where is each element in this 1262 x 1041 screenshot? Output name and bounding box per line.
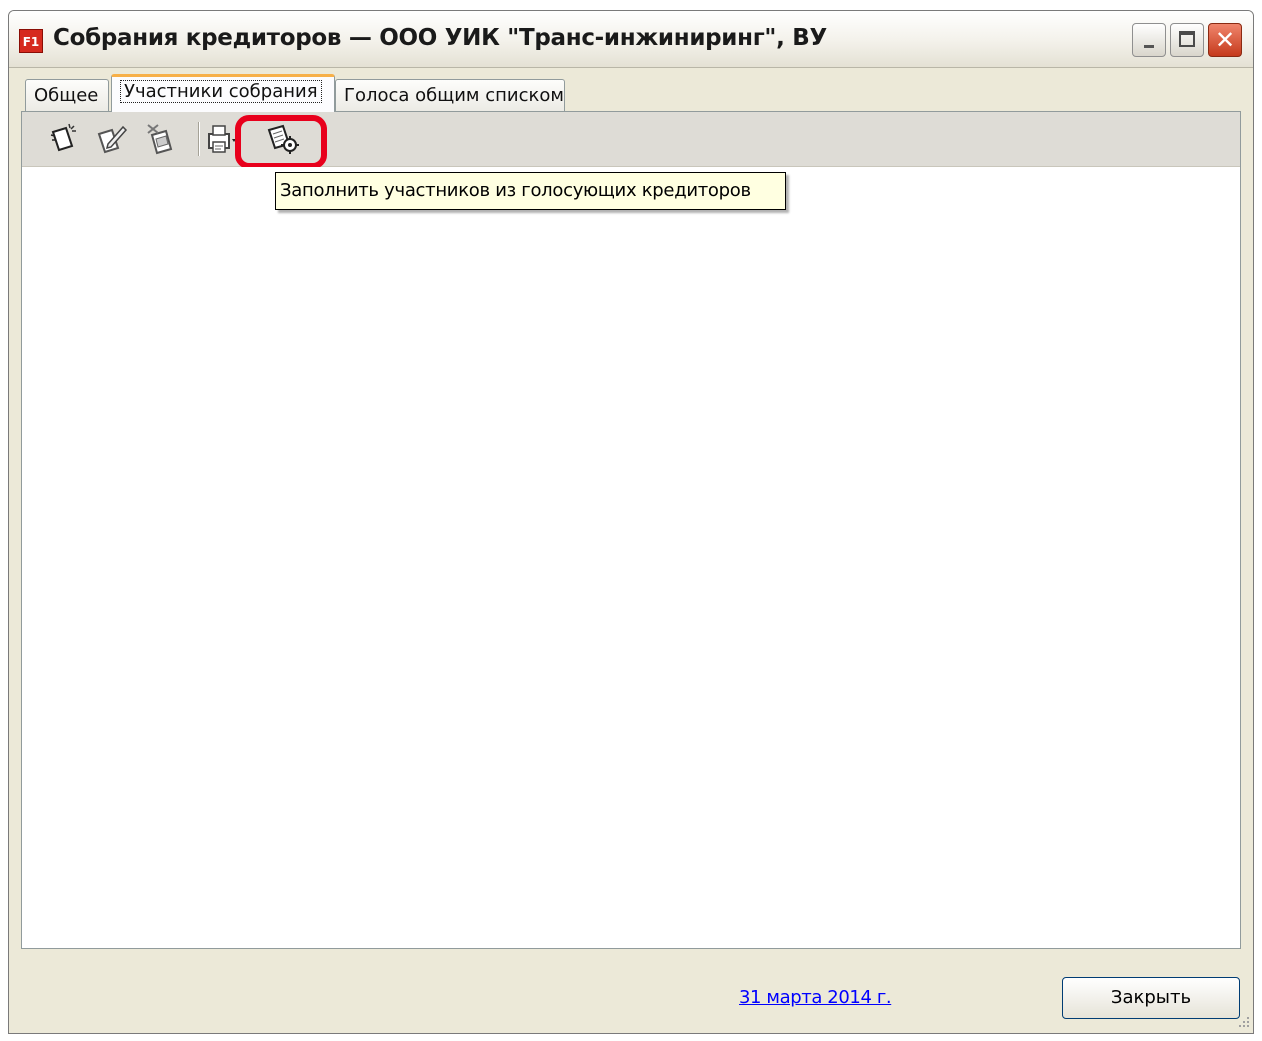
tab-general-label: Общее [34, 85, 99, 106]
window-title: Собрания кредиторов — ООО УИК "Транс-инж… [53, 25, 827, 51]
dialog-window: F1 Собрания кредиторов — ООО УИК "Транс-… [8, 10, 1254, 1034]
tab-general[interactable]: Общее [25, 79, 109, 111]
toolbar [22, 112, 1240, 169]
close-window-button[interactable]: ✕ [1208, 23, 1242, 57]
maximize-icon [1179, 31, 1195, 47]
new-document-icon[interactable] [46, 122, 80, 156]
minimize-button[interactable] [1132, 23, 1166, 57]
fill-participants-icon[interactable] [265, 122, 299, 156]
edit-document-icon[interactable] [94, 122, 128, 156]
tab-panel [21, 111, 1241, 949]
maximize-button[interactable] [1170, 23, 1204, 57]
resize-grip-icon[interactable] [1233, 1013, 1251, 1031]
title-bar[interactable]: F1 Собрания кредиторов — ООО УИК "Транс-… [9, 11, 1253, 68]
tab-votes-list-label: Голоса общим списком [344, 85, 564, 106]
close-button[interactable]: Закрыть [1062, 977, 1240, 1019]
tooltip: Заполнить участников из голосующих креди… [275, 172, 786, 210]
date-link[interactable]: 31 марта 2014 г. [739, 987, 892, 1008]
toolbar-separator [198, 122, 200, 156]
app-icon: F1 [19, 29, 43, 53]
tab-votes-list[interactable]: Голоса общим списком [335, 79, 565, 111]
tab-meeting-participants[interactable]: Участники собрания [111, 74, 335, 112]
tab-meeting-participants-label: Участники собрания [120, 80, 322, 103]
minimize-icon [1144, 45, 1154, 48]
delete-document-icon[interactable] [144, 122, 178, 156]
close-icon: ✕ [1214, 26, 1236, 54]
participants-list-area[interactable] [22, 167, 1240, 948]
print-icon[interactable] [204, 122, 238, 156]
